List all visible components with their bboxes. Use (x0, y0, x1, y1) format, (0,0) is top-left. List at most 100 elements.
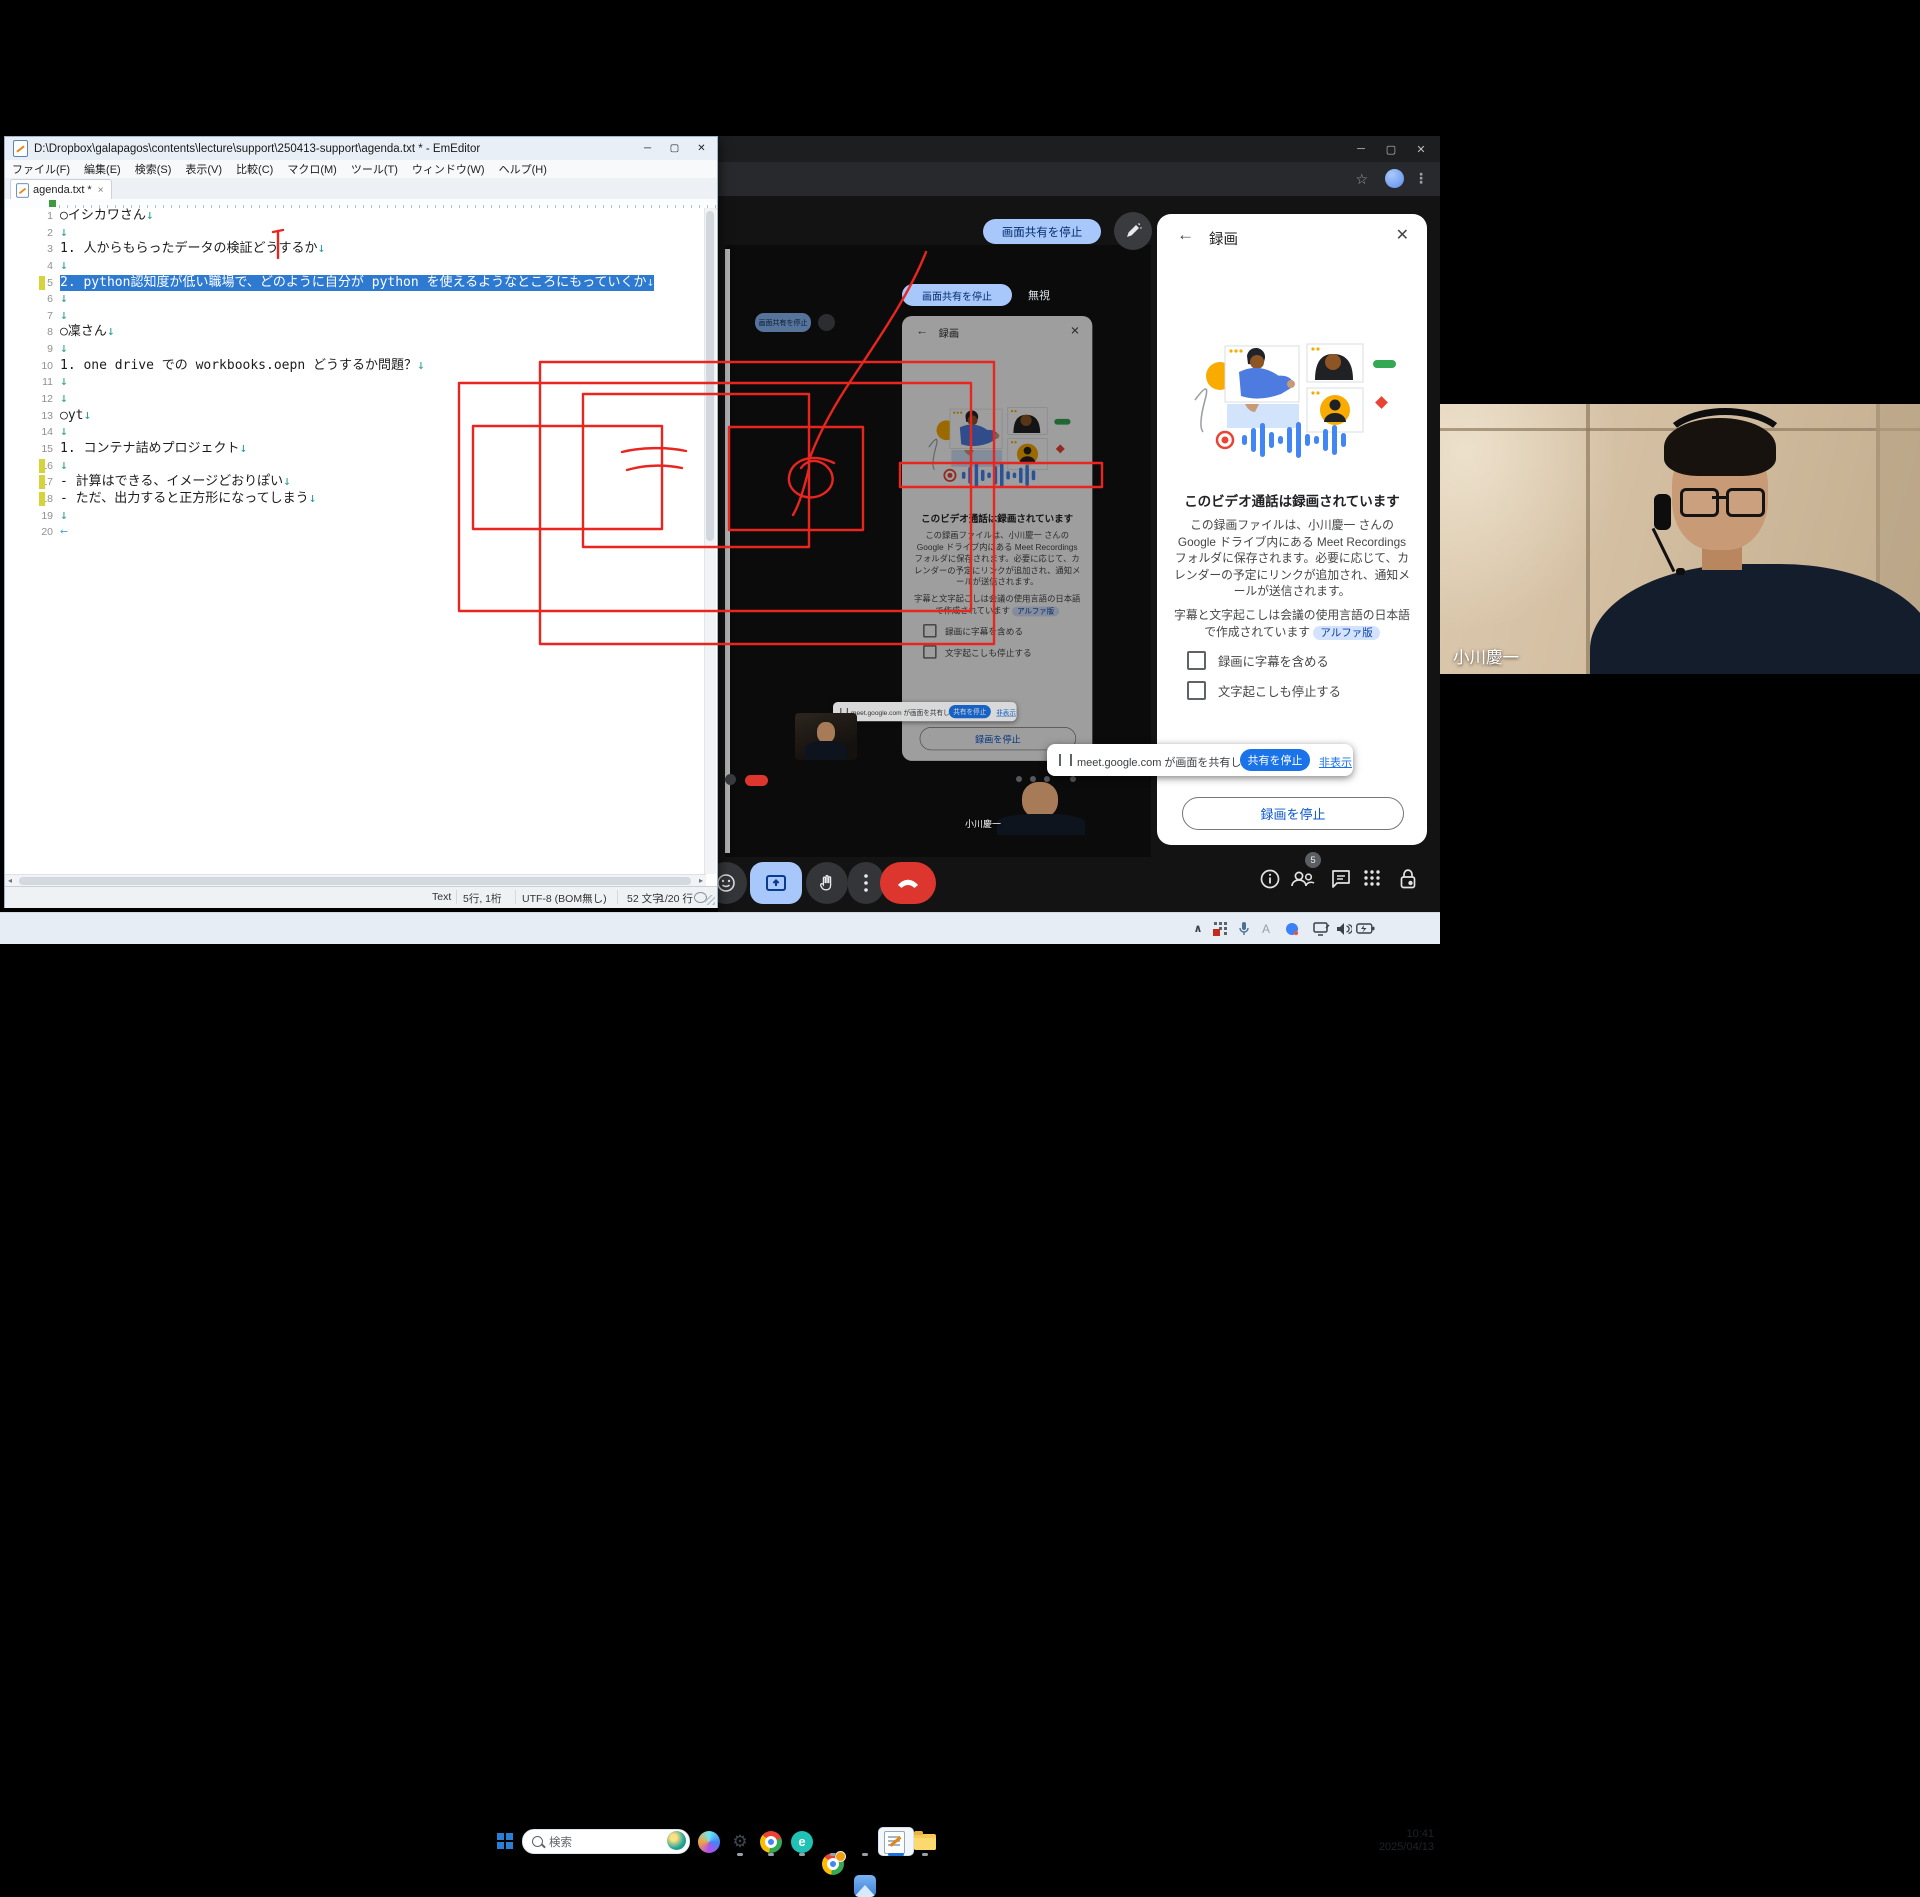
participants-button[interactable] (1290, 868, 1316, 895)
stop-recording-button[interactable]: 録画を停止 (1182, 797, 1404, 830)
menu-item[interactable]: 表示(V) (178, 161, 229, 177)
scroll-left-arrow[interactable]: ◂ (8, 876, 12, 885)
status-encoding[interactable]: UTF-8 (BOM無し) (522, 891, 607, 906)
taskbar-chrome-icon[interactable] (760, 1831, 782, 1853)
editor-line[interactable]: 16 ↓ (5, 458, 705, 475)
taskbar-emeditor-icon[interactable] (884, 1831, 905, 1854)
end-call-button[interactable] (880, 862, 936, 904)
line-number: 9 (5, 341, 53, 358)
menu-item[interactable]: ファイル(F) (5, 161, 77, 177)
start-button[interactable] (497, 1833, 513, 1849)
menu-item[interactable]: ヘルプ(H) (492, 161, 554, 177)
editor-line[interactable]: 20 ← (5, 524, 705, 541)
editor-line[interactable]: 5 2. python認知度が低い職場で、どのように自分が python を使え… (5, 275, 705, 292)
newline-mark: ← (60, 524, 68, 539)
editor-titlebar[interactable]: D:\Dropbox\galapagos\contents\lecture\su… (5, 137, 717, 160)
menu-item[interactable]: 編集(E) (77, 161, 128, 177)
present-screen-button-active[interactable] (750, 862, 802, 904)
menu-item[interactable]: 検索(S) (128, 161, 179, 177)
editor-line[interactable]: 18 - ただ、出力すると正方形になってしまう↓ (5, 491, 705, 508)
resize-grip[interactable] (705, 895, 715, 905)
close-icon[interactable]: ✕ (1396, 225, 1409, 245)
raise-hand-button[interactable] (806, 862, 848, 904)
tray-microphone-icon[interactable] (1236, 913, 1252, 944)
editor-vertical-scrollbar[interactable] (704, 208, 716, 874)
editor-close-button[interactable]: ✕ (688, 137, 715, 160)
editor-line[interactable]: 15 1. コンテナ詰めプロジェクト↓ (5, 441, 705, 458)
checkbox-icon[interactable] (1187, 681, 1206, 700)
scroll-right-arrow[interactable]: ▸ (699, 876, 703, 885)
editor-line[interactable]: 11 ↓ (5, 374, 705, 391)
back-arrow-icon[interactable]: ← (1177, 225, 1194, 245)
more-options-button[interactable] (848, 862, 884, 904)
editor-line[interactable]: 14 ↓ (5, 424, 705, 441)
stop-screen-share-button[interactable]: 画面共有を停止 (983, 219, 1101, 244)
editor-line[interactable]: 4 ↓ (5, 258, 705, 275)
tray-chevron-up-icon[interactable]: ∧ (1190, 913, 1206, 944)
editor-maximize-button[interactable]: ▢ (661, 137, 688, 160)
browser-minimize-button[interactable]: ─ (1346, 136, 1376, 162)
changed-line-marker (39, 442, 45, 456)
editor-text-area[interactable]: 1 ○イシカワさん↓ 2 ↓ 3 1. 人からもらったデータの検証どうするか↓ … (5, 208, 705, 874)
menu-item[interactable]: 比較(C) (229, 161, 280, 177)
editor-line[interactable]: 3 1. 人からもらったデータの検証どうするか↓ (5, 241, 705, 258)
line-number: 5 (5, 275, 53, 292)
tab-agenda[interactable]: agenda.txt * × (10, 179, 112, 200)
editor-line[interactable]: 1 ○イシカワさん↓ (5, 208, 705, 225)
stop-transcript-checkbox-row[interactable]: 文字起こしも停止する (1187, 681, 1341, 700)
bookmark-star-icon[interactable]: ☆ (1355, 171, 1368, 187)
tray-battery-icon[interactable] (1355, 913, 1375, 944)
taskbar-photos-icon[interactable] (854, 1875, 876, 1897)
taskbar-copilot-icon[interactable] (698, 1831, 720, 1853)
browser-maximize-button[interactable]: ▢ (1376, 136, 1406, 162)
tray-display-pen-icon[interactable] (1312, 913, 1330, 944)
status-mode[interactable]: Text (432, 891, 451, 903)
tray-app-grid-icon[interactable] (1211, 913, 1229, 944)
line-text: ○イシカワさん (60, 208, 146, 223)
annotation-pen-button[interactable] (1114, 212, 1152, 250)
scrollbar-thumb[interactable] (706, 211, 714, 541)
scrollbar-thumb[interactable] (19, 877, 691, 885)
taskbar-explorer-icon[interactable] (914, 1834, 936, 1850)
editor-line[interactable]: 17 - 計算はできる、イメージどおりぽい↓ (5, 474, 705, 491)
editor-line[interactable]: 8 ○凜さん↓ (5, 324, 705, 341)
menu-item[interactable]: ツール(T) (344, 161, 405, 177)
menu-item[interactable]: ウィンドウ(W) (405, 161, 492, 177)
stop-sharing-button[interactable]: 共有を停止 (1240, 749, 1310, 771)
taskbar-eset-icon[interactable]: e (791, 1831, 813, 1853)
recording-captions-note: 字幕と文字起こしは会議の使用言語の日本語で作成されています アルファ版 (1171, 607, 1413, 642)
line-number: 4 (5, 258, 53, 275)
tray-copilot-icon[interactable] (1284, 913, 1300, 944)
menu-item[interactable]: マクロ(M) (280, 161, 344, 177)
self-view-tile[interactable]: 小川慶一 (957, 774, 1133, 835)
search-doodle-icon[interactable] (667, 1831, 686, 1850)
taskbar-chrome-profile2-icon[interactable] (822, 1853, 844, 1875)
browser-menu-icon[interactable]: ⋮ (1414, 170, 1428, 187)
host-controls-button[interactable] (1398, 868, 1418, 895)
search-icon (532, 1836, 543, 1847)
editor-line[interactable]: 6 ↓ (5, 291, 705, 308)
checkbox-icon[interactable] (1187, 651, 1206, 670)
meeting-details-button[interactable] (1259, 868, 1281, 895)
tab-close-icon[interactable]: × (98, 185, 104, 196)
editor-line[interactable]: 10 1. one drive での workbooks.oepn どうするか問… (5, 358, 705, 375)
include-captions-checkbox-row[interactable]: 録画に字幕を含める (1187, 651, 1329, 670)
browser-close-button[interactable]: ✕ (1406, 136, 1436, 162)
editor-line[interactable]: 2 ↓ (5, 225, 705, 242)
editor-line[interactable]: 9 ↓ (5, 341, 705, 358)
activities-button[interactable] (1362, 868, 1382, 893)
taskbar-search[interactable]: 検索 (522, 1829, 690, 1854)
tray-volume-icon[interactable] (1335, 913, 1353, 944)
hide-link[interactable]: 非表示 (1319, 754, 1352, 770)
tray-ime-icon[interactable]: A (1259, 913, 1273, 944)
editor-line[interactable]: 12 ↓ (5, 391, 705, 408)
taskbar-clock[interactable]: 10:41 2025/04/13 (1378, 1828, 1434, 1854)
editor-line[interactable]: 7 ↓ (5, 308, 705, 325)
newline-mark: ↓ (317, 241, 325, 256)
editor-line[interactable]: 13 ○yt↓ (5, 408, 705, 425)
chat-button[interactable] (1330, 868, 1352, 895)
editor-minimize-button[interactable]: ─ (634, 137, 661, 160)
browser-profile-avatar[interactable] (1385, 169, 1404, 188)
editor-line[interactable]: 19 ↓ (5, 508, 705, 525)
taskbar-settings-icon[interactable]: ⚙ (729, 1831, 751, 1853)
